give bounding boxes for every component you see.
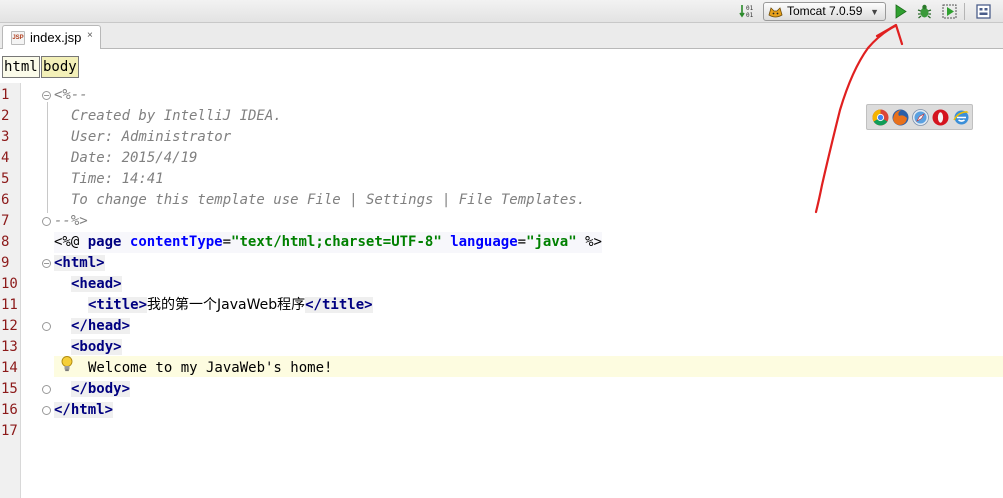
line-number: 9	[1, 255, 10, 271]
run-toolbar: 01 01 Tomcat 7.0.59 ▼	[0, 0, 1003, 23]
attribute-name: language	[450, 234, 518, 250]
directive-name: page	[87, 234, 122, 250]
fold-end-icon[interactable]	[42, 385, 51, 394]
chevron-down-icon: ▼	[870, 7, 879, 17]
ie-icon[interactable]	[953, 109, 970, 126]
comment-text: To change this template use File | Setti…	[71, 192, 586, 208]
attribute-name: contentType	[129, 234, 223, 250]
html-tag: </head>	[71, 318, 131, 334]
code-line: Created by IntelliJ IDEA.	[71, 106, 282, 127]
code-line: <%--	[54, 85, 88, 106]
breadcrumb: html body	[0, 49, 1003, 83]
fold-end-icon[interactable]	[42, 217, 51, 226]
debug-icon[interactable]	[916, 3, 933, 20]
line-number: 2	[1, 108, 10, 124]
run-configuration-label: Tomcat 7.0.59	[787, 4, 863, 18]
code-line: <body>	[71, 337, 122, 358]
fold-collapse-icon[interactable]: −	[42, 259, 51, 268]
code-line: Time: 14:41	[71, 169, 164, 190]
code-line: --%>	[54, 211, 88, 232]
html-tag: <body>	[71, 339, 122, 355]
html-tag: </html>	[54, 402, 114, 418]
code-line: </body>	[71, 379, 131, 400]
attribute-value: "text/html;charset=UTF-8"	[231, 234, 442, 250]
comment-close: --%>	[54, 213, 88, 229]
code-line: </head>	[71, 316, 131, 337]
line-number: 8	[1, 234, 10, 250]
code-line: Welcome to my JavaWeb's home!	[88, 358, 332, 379]
attribute-value: "java"	[526, 234, 577, 250]
chrome-icon[interactable]	[872, 109, 889, 126]
comment-text: User: Administrator	[71, 129, 232, 145]
code-editor[interactable]: 1 2 3 4 5 6 7 8 9 10 11 12 13 14 15 16 1…	[0, 83, 1003, 498]
line-number: 10	[1, 276, 18, 292]
line-number: 4	[1, 150, 10, 166]
line-number: 14	[1, 360, 18, 376]
directive-close: %>	[585, 234, 602, 250]
sort-numeric-icon[interactable]: 01 01	[739, 3, 755, 19]
code-line: <%@ page contentType="text/html;charset=…	[54, 232, 602, 253]
html-tag: </title>	[305, 297, 373, 313]
line-number: 15	[1, 381, 18, 397]
html-tag: <title>	[88, 297, 148, 313]
run-configuration-select[interactable]: Tomcat 7.0.59 ▼	[763, 2, 886, 21]
toolbar-separator	[964, 3, 965, 20]
editor-tab-strip: JSP index.jsp ×	[0, 23, 1003, 49]
svg-text:01: 01	[746, 5, 754, 12]
breadcrumb-item-html[interactable]: html	[2, 56, 40, 78]
fold-guide	[47, 102, 48, 213]
comment-open: <%--	[54, 87, 88, 103]
line-number: 1	[1, 87, 10, 103]
code-line: User: Administrator	[71, 127, 231, 148]
line-number: 17	[1, 423, 18, 439]
tab-label: index.jsp	[30, 30, 82, 45]
directive-open: <%@	[54, 234, 80, 250]
comment-text: Date: 2015/4/19	[71, 150, 198, 166]
comment-text: Created by IntelliJ IDEA.	[71, 108, 282, 124]
line-number: 6	[1, 192, 10, 208]
body-text: Welcome to my JavaWeb's home!	[88, 360, 333, 376]
html-tag: <html>	[54, 255, 105, 271]
code-line: <title>我的第一个JavaWeb程序</title>	[88, 295, 373, 316]
code-line: <head>	[71, 274, 122, 295]
line-number: 3	[1, 129, 10, 145]
line-number: 5	[1, 171, 10, 187]
fold-end-icon[interactable]	[42, 322, 51, 331]
open-in-browser-popup	[866, 104, 973, 130]
html-tag: <head>	[71, 276, 122, 292]
line-number-gutter: 1 2 3 4 5 6 7 8 9 10 11 12 13 14 15 16 1…	[0, 83, 21, 498]
tomcat-cat-icon	[768, 7, 783, 18]
code-line: <html>	[54, 253, 105, 274]
line-number: 7	[1, 213, 10, 229]
title-text: 我的第一个JavaWeb程序	[147, 297, 306, 313]
code-line: To change this template use File | Setti…	[71, 190, 585, 211]
code-line: Date: 2015/4/19	[71, 148, 197, 169]
line-number: 12	[1, 318, 18, 334]
line-number: 16	[1, 402, 18, 418]
firefox-icon[interactable]	[892, 109, 909, 126]
fold-end-icon[interactable]	[42, 406, 51, 415]
safari-icon[interactable]	[912, 109, 929, 126]
close-icon[interactable]: ×	[87, 30, 93, 41]
structure-icon[interactable]	[975, 3, 992, 20]
run-with-coverage-icon[interactable]	[941, 3, 958, 20]
jsp-file-icon: JSP	[11, 31, 25, 45]
html-tag: </body>	[71, 381, 131, 397]
fold-collapse-icon[interactable]: −	[42, 91, 51, 100]
line-number: 11	[1, 297, 18, 313]
opera-icon[interactable]	[932, 109, 949, 126]
breadcrumb-item-body[interactable]: body	[41, 56, 79, 78]
line-number: 13	[1, 339, 18, 355]
run-icon[interactable]	[892, 3, 909, 20]
fold-gutter: − −	[22, 83, 54, 498]
svg-text:01: 01	[746, 12, 754, 19]
comment-text: Time: 14:41	[71, 171, 164, 187]
code-line: </html>	[54, 400, 114, 421]
tab-index-jsp[interactable]: JSP index.jsp ×	[2, 25, 101, 49]
